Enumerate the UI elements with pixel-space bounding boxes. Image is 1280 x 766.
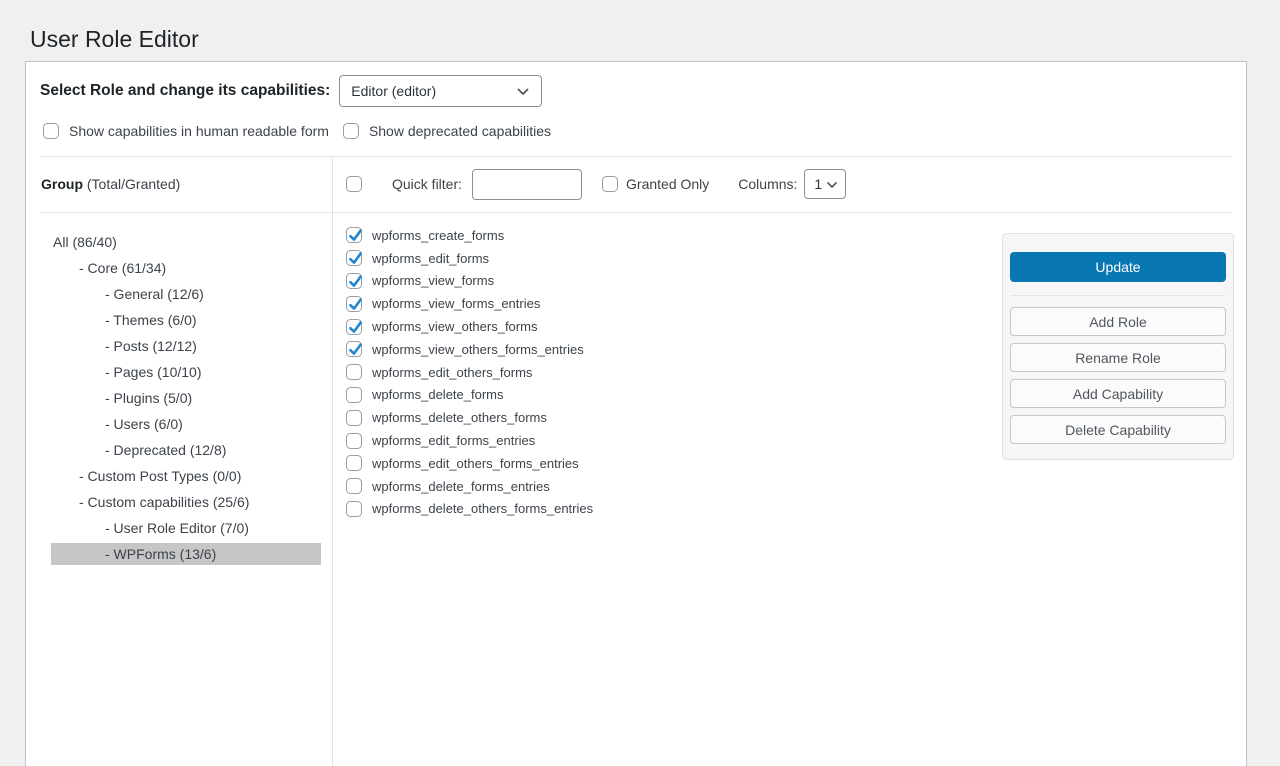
columns-select-value: 1 <box>814 176 822 192</box>
capability-checkbox[interactable] <box>346 433 362 449</box>
deprecated-label: Show deprecated capabilities <box>369 123 551 139</box>
capability-checkbox[interactable] <box>346 364 362 380</box>
capability-row: wpforms_view_forms <box>346 270 966 293</box>
add-role-button[interactable]: Add Role <box>1010 307 1226 336</box>
capability-checkbox[interactable] <box>346 273 362 289</box>
group-item[interactable]: - Deprecated (12/8) <box>51 439 321 461</box>
toggle-deprecated[interactable]: Show deprecated capabilities <box>343 123 551 139</box>
capability-row: wpforms_view_others_forms <box>346 315 966 338</box>
column-divider <box>332 157 333 766</box>
deprecated-checkbox[interactable] <box>343 123 359 139</box>
rename-role-button[interactable]: Rename Role <box>1010 343 1226 372</box>
capability-label: wpforms_edit_others_forms_entries <box>372 456 579 471</box>
group-item[interactable]: - Plugins (5/0) <box>51 387 321 409</box>
capability-row: wpforms_edit_others_forms <box>346 361 966 384</box>
capability-label: wpforms_delete_others_forms <box>372 410 547 425</box>
role-select-value: Editor (editor) <box>351 83 436 99</box>
actions-divider <box>1011 295 1225 296</box>
capability-label: wpforms_edit_forms <box>372 251 489 266</box>
user-role-editor-panel: Select Role and change its capabilities:… <box>25 61 1247 766</box>
role-selector-row: Select Role and change its capabilities:… <box>40 75 542 107</box>
group-item[interactable]: - Custom capabilities (25/6) <box>51 491 321 513</box>
capability-checkbox[interactable] <box>346 296 362 312</box>
group-header-suffix: (Total/Granted) <box>83 176 180 192</box>
capability-label: wpforms_view_forms <box>372 273 494 288</box>
select-all-checkbox[interactable] <box>346 176 362 192</box>
group-tree: All (86/40) - Core (61/34) - General (12/6… <box>26 212 332 569</box>
capability-row: wpforms_view_forms_entries <box>346 292 966 315</box>
secondary-actions: Add Role Rename Role Add Capability Delete … <box>1010 307 1226 444</box>
capability-checkbox[interactable] <box>346 410 362 426</box>
capability-label: wpforms_delete_others_forms_entries <box>372 501 593 516</box>
columns-select[interactable]: 1 <box>804 169 846 199</box>
capability-label: wpforms_view_forms_entries <box>372 296 540 311</box>
chevron-down-icon <box>827 176 837 192</box>
granted-only-label: Granted Only <box>626 176 709 192</box>
capability-checkbox[interactable] <box>346 501 362 517</box>
quick-filter-input[interactable] <box>472 169 582 200</box>
group-item[interactable]: - General (12/6) <box>51 283 321 305</box>
capability-checkbox[interactable] <box>346 250 362 266</box>
columns-label: Columns: <box>738 176 797 192</box>
capabilities-list: wpforms_create_forms wpforms_edit_formswp… <box>346 212 966 520</box>
delete-capability-button[interactable]: Delete Capability <box>1010 415 1226 444</box>
group-header-bold: Group <box>41 176 83 192</box>
capability-checkbox[interactable] <box>346 455 362 471</box>
capability-row: wpforms_delete_others_forms <box>346 406 966 429</box>
capability-label: wpforms_delete_forms_entries <box>372 479 550 494</box>
update-button[interactable]: Update <box>1010 252 1226 282</box>
add-capability-button[interactable]: Add Capability <box>1010 379 1226 408</box>
group-item[interactable]: - Users (6/0) <box>51 413 321 435</box>
group-item[interactable]: - Pages (10/10) <box>51 361 321 383</box>
display-toggles-row: Show capabilities in human readable form… <box>43 123 551 139</box>
capability-row: wpforms_edit_forms_entries <box>346 429 966 452</box>
group-column-header: Group (Total/Granted) <box>41 156 321 212</box>
quick-filter-label: Quick filter: <box>392 176 462 192</box>
group-item[interactable]: - Custom Post Types (0/0) <box>51 465 321 487</box>
select-role-label: Select Role and change its capabilities: <box>40 82 330 100</box>
granted-only-checkbox[interactable] <box>602 176 618 192</box>
capability-row: wpforms_edit_forms <box>346 247 966 270</box>
toggle-human-readable[interactable]: Show capabilities in human readable form <box>43 123 329 139</box>
group-item[interactable]: - Posts (12/12) <box>51 335 321 357</box>
group-item[interactable]: - WPForms (13/6) <box>51 543 321 565</box>
human-readable-label: Show capabilities in human readable form <box>69 123 329 139</box>
group-item[interactable]: - User Role Editor (7/0) <box>51 517 321 539</box>
capability-row: wpforms_delete_others_forms_entries <box>346 498 966 521</box>
role-select[interactable]: Editor (editor) <box>339 75 542 107</box>
capability-row: wpforms_edit_others_forms_entries <box>346 452 966 475</box>
capability-row: wpforms_view_others_forms_entries <box>346 338 966 361</box>
capability-label: wpforms_delete_forms <box>372 387 504 402</box>
capability-label: wpforms_create_forms <box>372 228 504 243</box>
human-readable-checkbox[interactable] <box>43 123 59 139</box>
capability-checkbox[interactable] <box>346 341 362 357</box>
capability-label: wpforms_view_others_forms_entries <box>372 342 584 357</box>
capability-row: wpforms_delete_forms <box>346 384 966 407</box>
capability-row: wpforms_create_forms <box>346 224 966 247</box>
capability-checkbox[interactable] <box>346 227 362 243</box>
capability-row: wpforms_delete_forms_entries <box>346 475 966 498</box>
capability-label: wpforms_edit_forms_entries <box>372 433 535 448</box>
group-item[interactable]: - Themes (6/0) <box>51 309 321 331</box>
capability-label: wpforms_edit_others_forms <box>372 365 532 380</box>
capability-checkbox[interactable] <box>346 387 362 403</box>
chevron-down-icon <box>517 83 529 99</box>
actions-panel: Update Add Role Rename Role Add Capability… <box>1002 233 1234 460</box>
group-item[interactable]: All (86/40) <box>51 231 321 253</box>
group-item[interactable]: - Core (61/34) <box>51 257 321 279</box>
page-title: User Role Editor <box>30 26 199 53</box>
capability-checkbox[interactable] <box>346 319 362 335</box>
capability-label: wpforms_view_others_forms <box>372 319 537 334</box>
capability-checkbox[interactable] <box>346 478 362 494</box>
filter-bar: Quick filter: Granted Only Columns: 1 <box>346 156 1231 212</box>
